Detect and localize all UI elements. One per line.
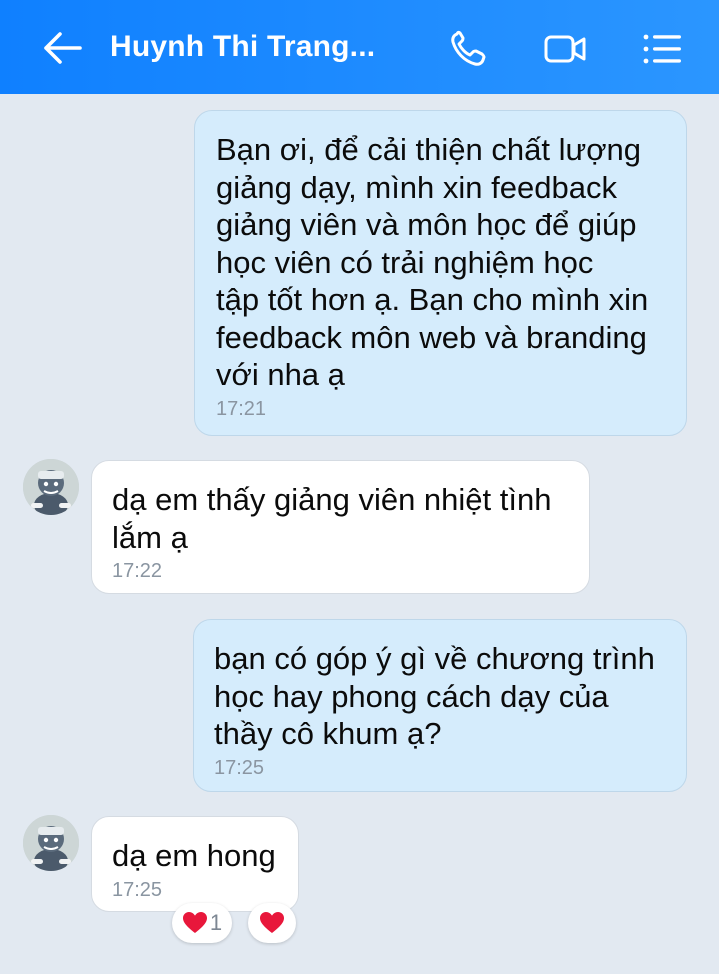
menu-list-icon[interactable] (640, 30, 684, 68)
message-time: 17:22 (112, 560, 163, 582)
message-bubble-outgoing[interactable]: bạn có góp ý gì về chương trình học hay … (193, 619, 687, 792)
message-bubble-outgoing[interactable]: Bạn ơi, để cải thiện chất lượng giảng dạ… (194, 110, 687, 436)
avatar[interactable] (23, 815, 79, 871)
message-text: Bạn ơi, để cải thiện chất lượng giảng dạ… (216, 132, 649, 392)
heart-icon (182, 912, 207, 933)
message-bubble-incoming[interactable]: dạ em thấy giảng viên nhiệt tình lắm ạ 1… (91, 460, 590, 594)
reaction-count: 1 (209, 910, 223, 935)
heart-icon (260, 912, 284, 933)
back-arrow-icon[interactable] (40, 30, 84, 66)
message-text: bạn có góp ý gì về chương trình học hay … (214, 641, 655, 751)
video-call-icon[interactable] (543, 30, 587, 68)
add-reaction-button[interactable] (248, 903, 296, 943)
message-bubble-incoming[interactable]: dạ em hong 17:25 (91, 816, 299, 912)
chat-header: Huynh Thi Trang... (0, 0, 719, 94)
reaction-summary[interactable]: 1 (172, 903, 232, 943)
contact-name[interactable]: Huynh Thi Trang... (110, 30, 375, 64)
message-time: 17:25 (214, 756, 265, 779)
message-time: 17:21 (216, 397, 267, 420)
message-text: dạ em hong (112, 838, 276, 873)
phone-icon[interactable] (448, 30, 492, 68)
message-time: 17:25 (112, 878, 163, 901)
avatar[interactable] (23, 459, 79, 515)
message-text: dạ em thấy giảng viên nhiệt tình lắm ạ (112, 482, 552, 555)
